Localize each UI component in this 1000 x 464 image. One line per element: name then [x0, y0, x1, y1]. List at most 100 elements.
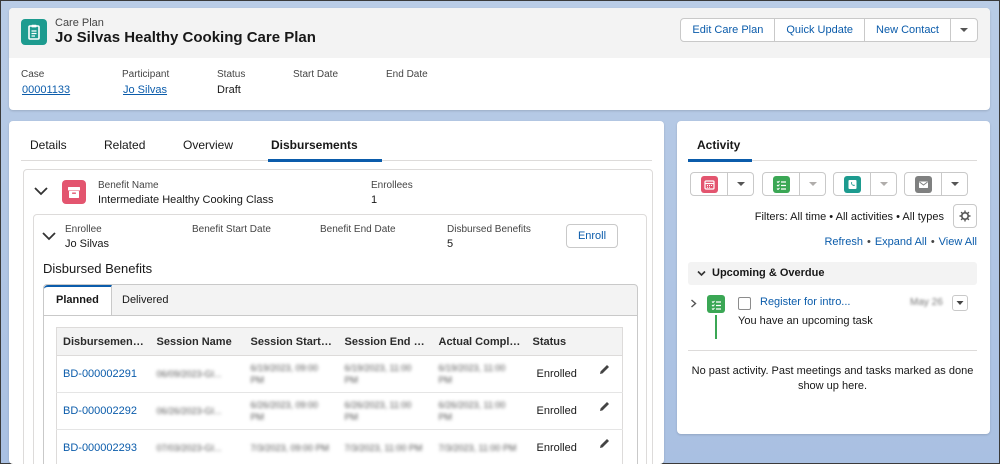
task-actions-dropdown[interactable] [952, 295, 968, 311]
chevron-down-icon[interactable] [42, 231, 56, 241]
timeline-line [715, 315, 717, 339]
tab-overview[interactable]: Overview [183, 138, 233, 152]
field-label: Start Date [293, 69, 339, 80]
field-label: Benefit Start Date [192, 224, 271, 235]
planned-panel: Disbursement ... Session Name Session St… [44, 315, 637, 464]
enrollee-field: Enrollee Jo Silvas [65, 224, 109, 250]
column-header[interactable]: Actual Comple... [432, 327, 527, 356]
filter-settings-button[interactable] [953, 204, 977, 228]
activity-tabs: Activity [688, 131, 977, 162]
field-label: Benefit Name [98, 180, 159, 191]
field-label: Participant [122, 69, 170, 80]
task-title-link[interactable]: Register for intro... [760, 296, 850, 308]
header-actions: Edit Care Plan Quick Update New Contact [680, 18, 978, 42]
tab-planned[interactable]: Planned [44, 285, 112, 317]
quick-update-button[interactable]: Quick Update [774, 18, 866, 42]
field-status: Status Draft [217, 69, 245, 96]
session-start: 6/19/2023, 09:00 PM [250, 363, 319, 385]
column-header[interactable]: Session End Ti... [338, 327, 433, 356]
actual-completion: 7/3/2023, 11:00 PM [438, 443, 517, 453]
new-task-dropdown[interactable] [800, 172, 826, 196]
enrollee-name: Jo Silvas [65, 238, 110, 250]
edit-pencil-icon[interactable] [599, 364, 610, 375]
send-email-dropdown[interactable] [942, 172, 968, 196]
column-header[interactable]: Session Name [150, 327, 245, 356]
tab-delivered[interactable]: Delivered [110, 285, 180, 315]
no-past-activity-message: No past activity. Past meetings and task… [691, 365, 974, 392]
enroll-button[interactable]: Enroll [566, 224, 618, 248]
actual-completion: 6/26/2023, 11:00 PM [438, 400, 506, 422]
chevron-down-icon [879, 182, 888, 186]
chevron-down-icon [736, 182, 745, 186]
send-email-action [904, 172, 968, 196]
record-tabs: Details Related Overview Disbursements [21, 131, 652, 162]
field-label: Disbursed Benefits [447, 224, 531, 235]
edit-pencil-icon[interactable] [599, 438, 610, 449]
benefit-name: Intermediate Healthy Cooking Class [98, 194, 274, 206]
participant-link[interactable]: Jo Silvas [123, 84, 169, 96]
log-call-action [833, 172, 897, 196]
refresh-link[interactable]: Refresh [824, 236, 863, 248]
activity-links: Refresh • Expand All • View All [824, 236, 977, 248]
task-item: Register for intro... May 26 You have an… [688, 293, 977, 343]
tab-activity[interactable]: Activity [697, 138, 740, 152]
benefit-card: Benefit Name Intermediate Healthy Cookin… [23, 169, 653, 464]
session-end: 7/3/2023, 11:00 PM [344, 443, 423, 453]
send-email-button[interactable] [904, 172, 942, 196]
benefit-start-date-field: Benefit Start Date [192, 224, 271, 235]
edit-pencil-icon[interactable] [599, 401, 610, 412]
field-label: End Date [386, 69, 428, 80]
column-header[interactable]: Status [526, 327, 623, 356]
care-plan-icon [21, 19, 47, 45]
table-header-row: Disbursement ... Session Name Session St… [56, 327, 623, 356]
new-event-button[interactable] [690, 172, 728, 196]
section-title: Disbursed Benefits [43, 261, 153, 276]
task-icon [772, 175, 790, 193]
more-actions-button[interactable] [950, 18, 978, 42]
enrollees-field: Enrollees 1 [371, 180, 413, 206]
disbursement-link[interactable]: BD-000002292 [63, 405, 137, 417]
field-label: Benefit End Date [320, 224, 396, 235]
field-label: Status [217, 69, 246, 80]
field-label: Case [21, 69, 45, 80]
table-row: BD-000002292 06/26/2023-GI... 6/26/2023,… [56, 392, 623, 430]
upcoming-overdue-section[interactable]: Upcoming & Overdue [688, 262, 977, 285]
record-header: Care Plan Jo Silvas Healthy Cooking Care… [9, 8, 990, 110]
new-contact-button[interactable]: New Contact [864, 18, 951, 42]
disbursement-link[interactable]: BD-000002291 [63, 368, 137, 380]
chevron-down-icon [956, 301, 964, 305]
tab-details[interactable]: Details [30, 138, 67, 152]
disbursement-link[interactable]: BD-000002293 [63, 442, 137, 454]
divider [688, 350, 977, 351]
task-due-date: May 26 [910, 297, 943, 308]
chevron-right-icon[interactable] [690, 299, 697, 308]
new-task-button[interactable] [762, 172, 800, 196]
page-title: Jo Silvas Healthy Cooking Care Plan [55, 29, 316, 46]
case-link[interactable]: 00001133 [22, 84, 70, 96]
session-name: 06/26/2023-GI... [156, 406, 222, 416]
disbursed-count: 5 [447, 238, 454, 250]
log-call-button[interactable] [833, 172, 871, 196]
log-call-icon [843, 175, 861, 193]
status-value: Enrolled [536, 442, 577, 454]
chevron-down-icon [697, 270, 706, 277]
tab-disbursements[interactable]: Disbursements [271, 138, 358, 152]
chevron-down-icon[interactable] [34, 186, 48, 196]
session-start: 6/26/2023, 09:00 PM [250, 400, 319, 422]
view-all-link[interactable]: View All [939, 236, 977, 248]
log-call-dropdown[interactable] [871, 172, 897, 196]
task-icon [707, 295, 725, 313]
session-name: 06/09/2023-GI... [156, 369, 222, 379]
field-label: Enrollees [371, 180, 413, 191]
edit-care-plan-button[interactable]: Edit Care Plan [680, 18, 776, 42]
session-end: 6/19/2023, 11:00 PM [344, 363, 412, 385]
column-header[interactable]: Session Start ... [244, 327, 339, 356]
new-event-dropdown[interactable] [728, 172, 754, 196]
actual-completion: 6/19/2023, 11:00 PM [438, 363, 506, 385]
task-complete-checkbox[interactable] [738, 297, 751, 310]
column-header[interactable]: Disbursement ... [56, 327, 151, 356]
tab-related[interactable]: Related [104, 138, 145, 152]
activity-card: Activity Filters: All time • All activit… [677, 121, 990, 434]
expand-all-link[interactable]: Expand All [875, 236, 927, 248]
session-end: 6/26/2023, 11:00 PM [344, 400, 412, 422]
